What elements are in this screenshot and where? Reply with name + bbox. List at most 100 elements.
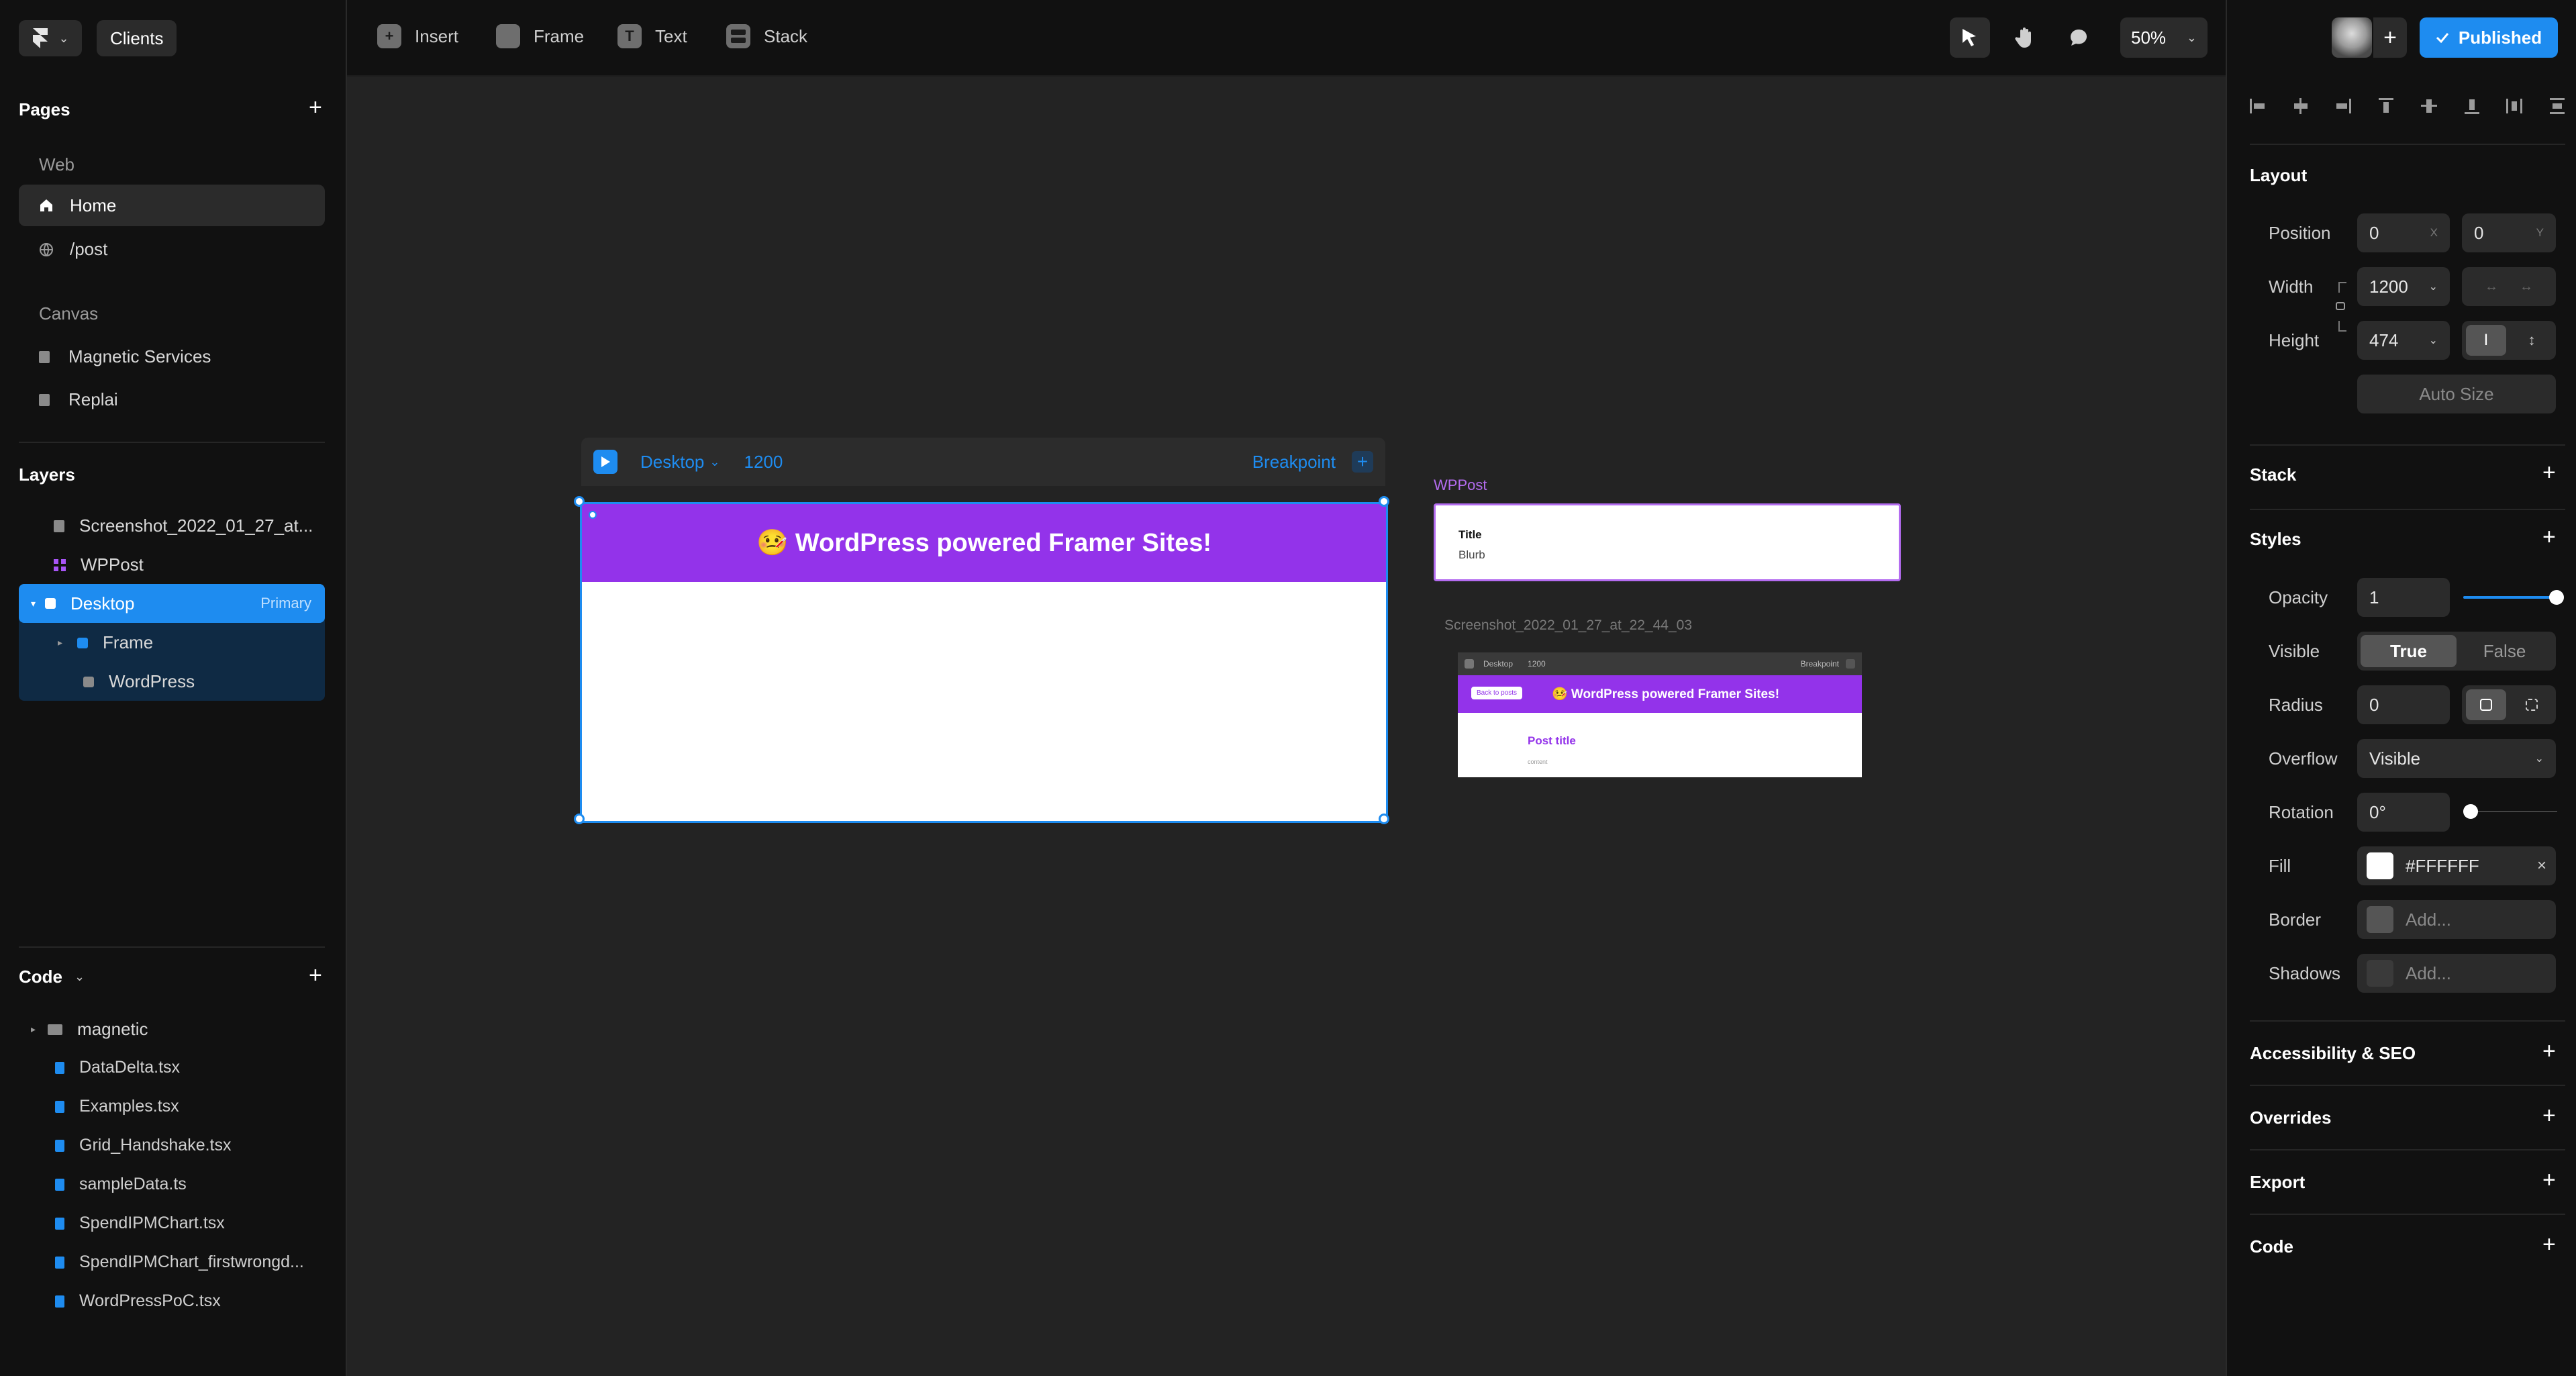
- insert-tool[interactable]: + Insert: [377, 24, 458, 48]
- select-tool[interactable]: [1950, 17, 1990, 58]
- shadows-input[interactable]: Add...: [2357, 954, 2556, 993]
- layer-item-desktop[interactable]: ▾ Desktop Primary: [19, 584, 325, 623]
- border-input[interactable]: Add...: [2357, 900, 2556, 939]
- add-code-file-icon[interactable]: +: [309, 964, 322, 987]
- breakpoint-device-dropdown[interactable]: Desktop ⌄: [640, 452, 720, 473]
- distribute-horizontal-icon[interactable]: [2506, 98, 2523, 114]
- code-heading[interactable]: Code ⌄: [19, 967, 85, 987]
- framer-menu-button[interactable]: ⌄: [19, 20, 82, 56]
- layer-item-wppost[interactable]: WPPost: [54, 554, 144, 575]
- align-center-v-icon[interactable]: [2420, 98, 2437, 114]
- auto-size-button[interactable]: Auto Size: [2357, 375, 2556, 413]
- height-input[interactable]: 474 ⌄: [2357, 321, 2450, 360]
- visible-true-option[interactable]: True: [2361, 635, 2457, 667]
- radius-individual-icon[interactable]: [2512, 689, 2552, 720]
- breakpoint-width[interactable]: 1200: [744, 452, 783, 473]
- resize-handle-top-right[interactable]: [1379, 496, 1389, 507]
- width-input[interactable]: 1200 ⌄: [2357, 267, 2450, 306]
- visible-false-option[interactable]: False: [2457, 635, 2553, 667]
- comment-tool[interactable]: [2059, 17, 2099, 58]
- wordpress-banner[interactable]: 🤒 WordPress powered Framer Sites!: [582, 504, 1386, 582]
- fit-height-icon[interactable]: ↕: [2512, 325, 2552, 356]
- layer-item-screenshot[interactable]: Screenshot_2022_01_27_at...: [54, 515, 313, 536]
- add-accessibility-icon[interactable]: +: [2542, 1040, 2556, 1063]
- avatar[interactable]: [2332, 17, 2372, 58]
- align-center-h-icon[interactable]: [2293, 98, 2309, 114]
- rotation-slider-knob[interactable]: [2463, 804, 2478, 819]
- add-breakpoint-button[interactable]: Breakpoint: [1252, 452, 1336, 473]
- code-file-item[interactable]: Grid_Handshake.tsx: [55, 1136, 232, 1155]
- resize-handle-bottom-right[interactable]: [1379, 814, 1389, 824]
- fill-color-swatch[interactable]: [2367, 852, 2393, 879]
- radius-mode-segmented[interactable]: [2462, 685, 2556, 724]
- align-top-icon[interactable]: [2378, 98, 2394, 114]
- layer-item-frame[interactable]: ▸ Frame: [58, 632, 153, 653]
- align-bottom-icon[interactable]: [2464, 98, 2480, 114]
- code-file-item[interactable]: WordPressPoC.tsx: [55, 1291, 221, 1311]
- accessibility-heading[interactable]: Accessibility & SEO: [2250, 1043, 2416, 1064]
- radius-all-icon[interactable]: [2466, 689, 2506, 720]
- add-style-icon[interactable]: +: [2542, 526, 2556, 548]
- position-x-input[interactable]: 0 X: [2357, 213, 2450, 252]
- export-heading[interactable]: Export: [2250, 1172, 2305, 1193]
- expand-arrow-icon[interactable]: ▸: [31, 1024, 36, 1035]
- aspect-lock-icon[interactable]: [2333, 282, 2346, 333]
- height-mode-segmented[interactable]: I ↕: [2462, 321, 2556, 360]
- zoom-dropdown[interactable]: 50% ⌄: [2120, 17, 2208, 58]
- fixed-height-icon[interactable]: I: [2466, 325, 2506, 356]
- screenshot-label[interactable]: Screenshot_2022_01_27_at_22_44_03: [1444, 618, 1692, 634]
- width-mode-segmented[interactable]: ↔ ↔: [2462, 267, 2556, 306]
- desktop-frame[interactable]: 🤒 WordPress powered Framer Sites!: [580, 502, 1388, 823]
- align-right-icon[interactable]: [2335, 98, 2352, 114]
- code-file-item[interactable]: DataDelta.tsx: [55, 1058, 180, 1077]
- opacity-slider-knob[interactable]: [2549, 590, 2564, 605]
- add-override-icon[interactable]: +: [2542, 1104, 2556, 1127]
- collapse-arrow-icon[interactable]: ▾: [31, 598, 36, 609]
- clients-button[interactable]: Clients: [97, 20, 177, 56]
- add-stack-icon[interactable]: +: [2542, 461, 2556, 484]
- overflow-select[interactable]: Visible ⌄: [2357, 739, 2556, 778]
- wppost-component[interactable]: Title Blurb: [1434, 503, 1901, 581]
- layer-item-wordpress[interactable]: WordPress: [83, 671, 195, 692]
- frame-origin-handle[interactable]: [589, 511, 597, 519]
- add-code-override-icon[interactable]: +: [2542, 1233, 2556, 1256]
- add-breakpoint-icon[interactable]: +: [1352, 451, 1373, 473]
- add-export-icon[interactable]: +: [2542, 1169, 2556, 1191]
- overrides-heading[interactable]: Overrides: [2250, 1108, 2331, 1128]
- page-item-post[interactable]: /post: [39, 239, 107, 260]
- remove-fill-icon[interactable]: ×: [2537, 856, 2546, 875]
- preview-button[interactable]: [593, 450, 617, 474]
- expand-arrow-icon[interactable]: ▸: [58, 637, 62, 648]
- fill-input[interactable]: #FFFFFF ×: [2357, 846, 2556, 885]
- position-y-input[interactable]: 0 Y: [2462, 213, 2556, 252]
- publish-button[interactable]: Published: [2420, 17, 2558, 58]
- code-file-item[interactable]: SpendIPMChart.tsx: [55, 1214, 225, 1233]
- code-folder-magnetic[interactable]: ▸ magnetic: [31, 1019, 148, 1040]
- code-file-item[interactable]: Examples.tsx: [55, 1097, 179, 1116]
- page-item-home[interactable]: Home: [19, 185, 325, 226]
- code-file-item[interactable]: SpendIPMChart_firstwrongd...: [55, 1252, 304, 1272]
- screenshot-image[interactable]: Desktop 1200 Breakpoint Back to posts 🤒 …: [1458, 652, 1862, 777]
- align-left-icon[interactable]: [2250, 98, 2266, 114]
- fill-width-icon[interactable]: ↔: [2520, 279, 2533, 295]
- stack-tool[interactable]: Stack: [726, 24, 807, 48]
- code-file-item[interactable]: sampleData.ts: [55, 1175, 187, 1194]
- visible-segmented[interactable]: True False: [2357, 632, 2556, 671]
- rotation-slider[interactable]: [2463, 804, 2557, 819]
- opacity-slider[interactable]: [2463, 590, 2564, 605]
- code-override-heading[interactable]: Code: [2250, 1236, 2293, 1257]
- page-item-magnetic[interactable]: Magnetic Services: [39, 346, 211, 367]
- resize-handle-top-left[interactable]: [574, 496, 585, 507]
- add-page-icon[interactable]: +: [309, 96, 322, 119]
- hand-tool[interactable]: [2005, 17, 2045, 58]
- frame-tool[interactable]: Frame: [496, 24, 584, 48]
- invite-button[interactable]: +: [2373, 17, 2407, 58]
- page-item-replai[interactable]: Replai: [39, 389, 118, 410]
- radius-input[interactable]: 0: [2357, 685, 2450, 724]
- wppost-label[interactable]: WPPost: [1434, 477, 1487, 494]
- text-tool[interactable]: T Text: [617, 24, 687, 48]
- opacity-input[interactable]: 1: [2357, 578, 2450, 617]
- rotation-input[interactable]: 0°: [2357, 793, 2450, 832]
- distribute-vertical-icon[interactable]: [2549, 98, 2565, 114]
- fixed-width-icon[interactable]: ↔: [2485, 279, 2498, 295]
